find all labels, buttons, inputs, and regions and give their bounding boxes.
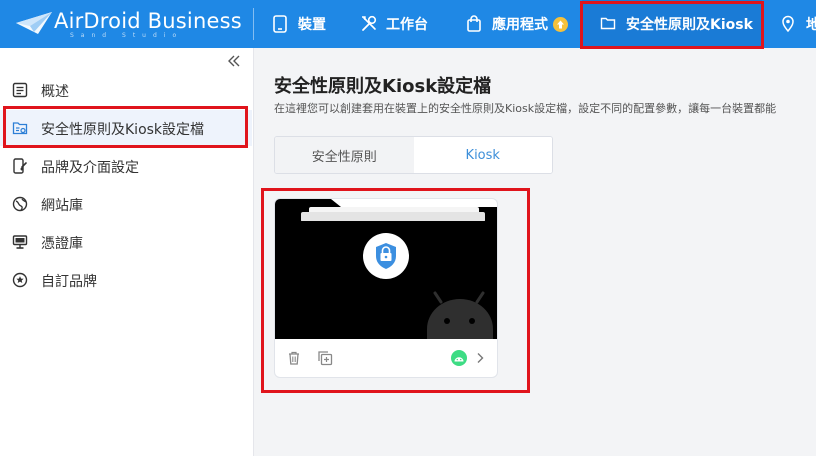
star-circle-icon [12, 272, 28, 288]
sidebar-item-label: 網站庫 [41, 198, 83, 214]
nav-item-map[interactable]: 地 [780, 0, 816, 48]
tools-icon [360, 15, 378, 33]
sidebar-item-branding[interactable]: 品牌及介面設定 [0, 148, 252, 184]
sidebar-item-label: 安全性原則及Kiosk設定檔 [41, 122, 205, 138]
sidebar-item-label: 自訂品牌 [41, 274, 97, 290]
brand-name: AirDroid Business [54, 9, 242, 33]
tab-security-policy[interactable]: 安全性原則 [275, 137, 414, 173]
page-title: 安全性原則及Kiosk設定檔 [274, 76, 492, 97]
nav-item-label: 工作台 [386, 17, 428, 33]
nav-item-workbench[interactable]: 工作台 [360, 0, 428, 48]
profile-folder-illustration [275, 199, 497, 339]
list-doc-icon [12, 82, 28, 98]
nav-item-applications[interactable]: 應用程式 [466, 0, 568, 48]
duplicate-icon[interactable] [317, 350, 333, 366]
nav-item-label: 裝置 [298, 17, 326, 33]
nav-item-devices[interactable]: 裝置 [272, 0, 326, 48]
nav-item-label: 應用程式 [492, 17, 548, 33]
folder-settings-icon [12, 120, 28, 136]
nav-item-label: 地 [806, 17, 816, 33]
profile-type-tabs: 安全性原則 Kiosk [274, 136, 553, 174]
tablet-icon [272, 15, 290, 33]
sidebar-item-policy-kiosk[interactable]: 安全性原則及Kiosk設定檔 [0, 110, 252, 146]
page-description: 在這裡您可以創建套用在裝置上的安全性原則及Kiosk設定檔，設定不同的配置參數，… [274, 102, 777, 115]
update-arrow-icon [553, 16, 568, 32]
globe-icon [12, 196, 28, 212]
sidebar-item-overview[interactable]: 概述 [0, 72, 252, 108]
map-pin-icon [780, 15, 798, 33]
shield-lock-icon [363, 233, 409, 279]
double-chevron-left-icon[interactable] [225, 52, 243, 70]
nav-item-label: 安全性原則及Kiosk [626, 17, 753, 33]
airdroid-logo[interactable]: AirDroid Business Sand Studio [14, 6, 242, 42]
nav-item-policy-kiosk[interactable]: 安全性原則及Kiosk [582, 0, 762, 48]
top-navigation-bar: AirDroid Business Sand Studio 裝置 工作台 應用程… [0, 0, 816, 48]
chevron-right-icon[interactable] [472, 350, 488, 366]
sidebar-item-custom-brand[interactable]: 自訂品牌 [0, 262, 252, 298]
tab-kiosk[interactable]: Kiosk [413, 137, 552, 173]
sidebar-item-website-library[interactable]: 網站庫 [0, 186, 252, 222]
nav-divider [253, 8, 254, 40]
kiosk-profile-card[interactable] [274, 198, 498, 378]
card-footer [275, 339, 497, 377]
phone-brush-icon [12, 158, 28, 174]
brand-subtitle: Sand Studio [70, 32, 184, 39]
sidebar: 概述 安全性原則及Kiosk設定檔 品牌及介面設定 網站庫 憑證庫 自訂品牌 [0, 48, 254, 456]
sidebar-item-label: 概述 [41, 84, 69, 100]
paper-plane-logo-icon [16, 12, 52, 34]
sidebar-item-label: 品牌及介面設定 [41, 160, 139, 176]
shopping-bag-icon [466, 15, 484, 33]
main-content: 安全性原則及Kiosk設定檔 在這裡您可以創建套用在裝置上的安全性原則及Kios… [254, 48, 816, 456]
folder-icon [600, 15, 618, 33]
sidebar-item-label: 憑證庫 [41, 236, 83, 252]
sidebar-item-certificate-library[interactable]: 憑證庫 [0, 224, 252, 260]
trash-icon[interactable] [286, 350, 302, 366]
certificate-icon [12, 234, 28, 250]
android-badge-icon [451, 350, 467, 366]
